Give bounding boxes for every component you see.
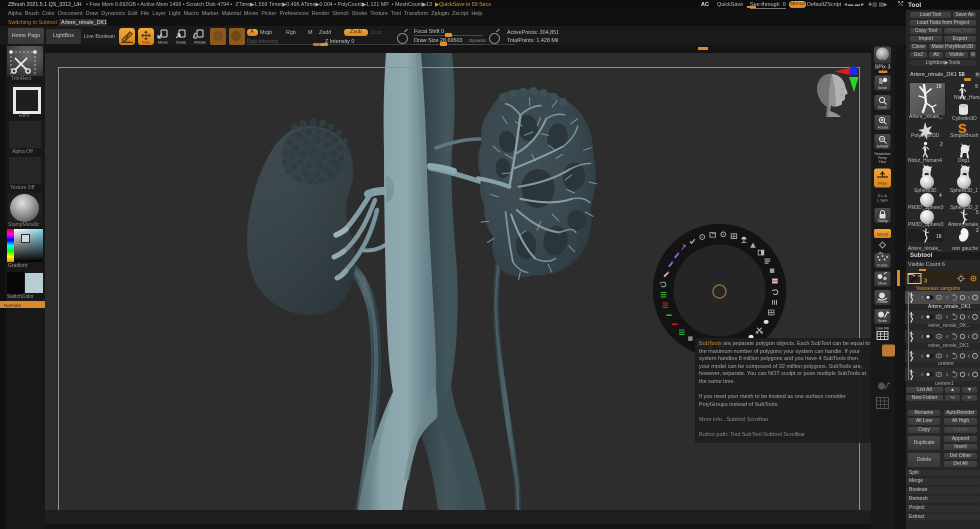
svg-text:Draw: Draw [141,41,150,45]
svg-text:Scale: Scale [878,319,887,323]
svg-text:Ghost: Ghost [877,232,889,237]
svg-text:Actual: Actual [878,126,888,130]
svg-text:Rotate: Rotate [194,40,207,45]
svg-text:Dog: Dog [922,169,931,175]
svg-text:Floor: Floor [878,182,887,186]
svg-text:Nickz_Humann: Nickz_Humann [954,95,980,101]
svg-text:Sphere3D: Sphere3D [914,188,937,194]
svg-text:2: 2 [976,228,979,234]
svg-text:5: 5 [975,84,978,90]
svg-text:Nickz_Human4: Nickz_Human4 [908,158,942,164]
svg-text:Scale: Scale [176,40,187,45]
svg-text:18: 18 [936,234,942,240]
svg-text:2: 2 [940,142,943,148]
svg-text:Move: Move [878,282,887,286]
svg-text:PolyMesh3D: PolyMesh3D [911,133,940,139]
svg-text:E.L.A: E.L.A [878,194,887,198]
svg-text:Rotate: Rotate [877,300,888,304]
svg-text:3: 3 [924,279,927,285]
svg-text:Scroll: Scroll [878,86,887,90]
svg-text:Move: Move [158,40,169,45]
svg-text:SPix 3: SPix 3 [875,65,891,71]
svg-text:Dog1: Dog1 [958,158,970,164]
svg-text:L.Sym: L.Sym [877,199,887,203]
svg-text:4: 4 [939,193,942,199]
svg-text:Edit: Edit [124,40,130,44]
svg-text:Frame: Frame [877,264,887,268]
svg-text:SimpleBrush: SimpleBrush [950,133,979,139]
svg-text:Transp: Transp [877,219,888,223]
svg-text:5: 5 [976,210,979,216]
svg-text:AAHalf: AAHalf [877,145,888,149]
svg-text:Dog: Dog [960,169,969,175]
svg-text:Zoom: Zoom [878,106,887,110]
svg-text:Floor: Floor [879,160,888,164]
svg-text:Line Fill: Line Fill [876,327,889,331]
svg-text:PM3D_Sphere3: PM3D_Sphere3 [908,222,944,228]
svg-text:Int: Int [881,58,885,62]
